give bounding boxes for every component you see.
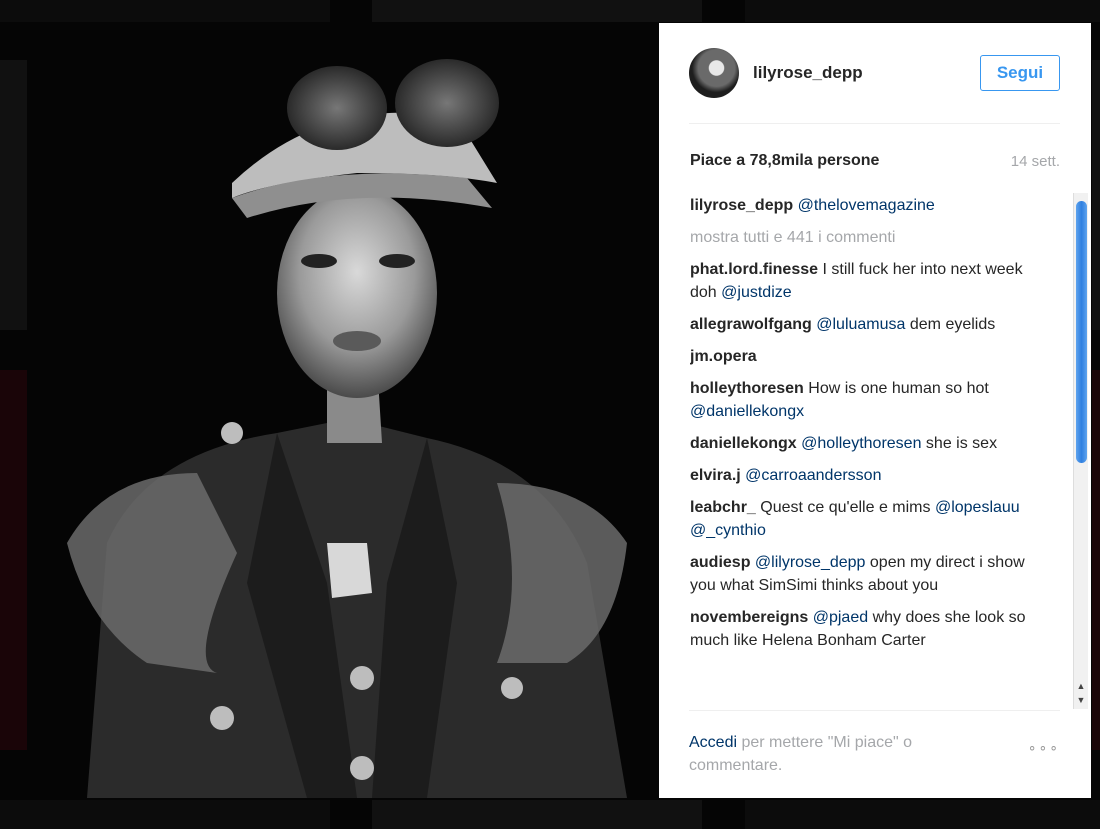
comment-item: audiesp @lilyrose_depp open my direct i … xyxy=(690,551,1045,597)
post-footer: Accedi per mettere "Mi piace" o commenta… xyxy=(689,710,1060,799)
comment-text: Quest ce qu'elle e mims xyxy=(760,499,931,516)
comment-username[interactable]: audiesp xyxy=(690,554,750,571)
comment-mention[interactable]: @pjaed xyxy=(813,609,868,626)
caption-mention[interactable]: @thelovemagazine xyxy=(798,197,935,214)
comment-item: holleythoresen How is one human so hot @… xyxy=(690,377,1045,423)
comment-username[interactable]: jm.opera xyxy=(690,348,757,365)
comment-username[interactable]: leabchr_ xyxy=(690,499,756,516)
post-header: lilyrose_depp Segui xyxy=(689,23,1060,124)
comment-item: phat.lord.finesse I still fuck her into … xyxy=(690,258,1045,304)
follow-button[interactable]: Segui xyxy=(980,55,1060,91)
comment-item: allegrawolfgang @luluamusa dem eyelids xyxy=(690,313,1045,336)
comment-text: dem eyelids xyxy=(909,316,996,333)
comment-item: daniellekongx @holleythoresen she is sex xyxy=(690,432,1045,455)
comment-mention[interactable]: @luluamusa xyxy=(816,316,905,333)
login-link[interactable]: Accedi xyxy=(689,734,737,751)
comment-item: jm.opera xyxy=(690,345,1045,368)
post-timestamp[interactable]: 14 sett. xyxy=(1011,153,1060,170)
comment-username[interactable]: phat.lord.finesse xyxy=(690,261,818,278)
comment-username[interactable]: allegrawolfgang xyxy=(690,316,812,333)
caption-username[interactable]: lilyrose_depp xyxy=(690,197,793,214)
avatar[interactable] xyxy=(689,48,739,98)
comment-username[interactable]: novembereigns xyxy=(690,609,808,626)
comment-item: novembereigns @pjaed why does she look s… xyxy=(690,606,1045,652)
comment-username[interactable]: daniellekongx xyxy=(690,435,797,452)
comment-item: elvira.j @carroaandersson xyxy=(690,464,1045,487)
comment-mention[interactable]: @justdize xyxy=(721,284,792,301)
post-details-panel: lilyrose_depp Segui Piace a 78,8mila per… xyxy=(659,23,1091,798)
show-all-comments-link[interactable]: mostra tutti e 441 i commenti xyxy=(690,226,1045,249)
post-photo[interactable] xyxy=(27,23,659,798)
login-prompt: Accedi per mettere "Mi piace" o commenta… xyxy=(689,731,989,777)
caption: lilyrose_depp @thelovemagazine xyxy=(690,194,1045,217)
more-options-icon[interactable]: ∘∘∘ xyxy=(1028,739,1060,756)
scroll-up-arrow-icon[interactable]: ▲ xyxy=(1074,679,1088,693)
comments-scrollbar[interactable]: ▲ ▼ xyxy=(1073,193,1088,709)
comment-item: leabchr_ Quest ce qu'elle e mims @lopesl… xyxy=(690,496,1045,542)
username[interactable]: lilyrose_depp xyxy=(753,63,980,83)
comment-username[interactable]: elvira.j xyxy=(690,467,741,484)
post-modal: lilyrose_depp Segui Piace a 78,8mila per… xyxy=(27,23,1091,798)
scrollbar-thumb[interactable] xyxy=(1076,201,1087,463)
likes-count: Piace a 78,8mila persone xyxy=(690,152,880,169)
comments-list: lilyrose_depp @thelovemagazine mostra tu… xyxy=(690,194,1045,706)
comment-username[interactable]: holleythoresen xyxy=(690,380,804,397)
comment-mention[interactable]: @lilyrose_depp xyxy=(755,554,866,571)
comment-text: she is sex xyxy=(925,435,998,452)
portrait-image xyxy=(27,23,659,798)
scroll-down-arrow-icon[interactable]: ▼ xyxy=(1074,693,1088,707)
comment-mention[interactable]: @carroaandersson xyxy=(745,467,881,484)
comment-text: How is one human so hot xyxy=(808,380,989,397)
likes-row: Piace a 78,8mila persone 14 sett. xyxy=(690,151,1060,171)
comment-mention[interactable]: @holleythoresen xyxy=(801,435,921,452)
comment-mention[interactable]: @daniellekongx xyxy=(690,403,804,420)
